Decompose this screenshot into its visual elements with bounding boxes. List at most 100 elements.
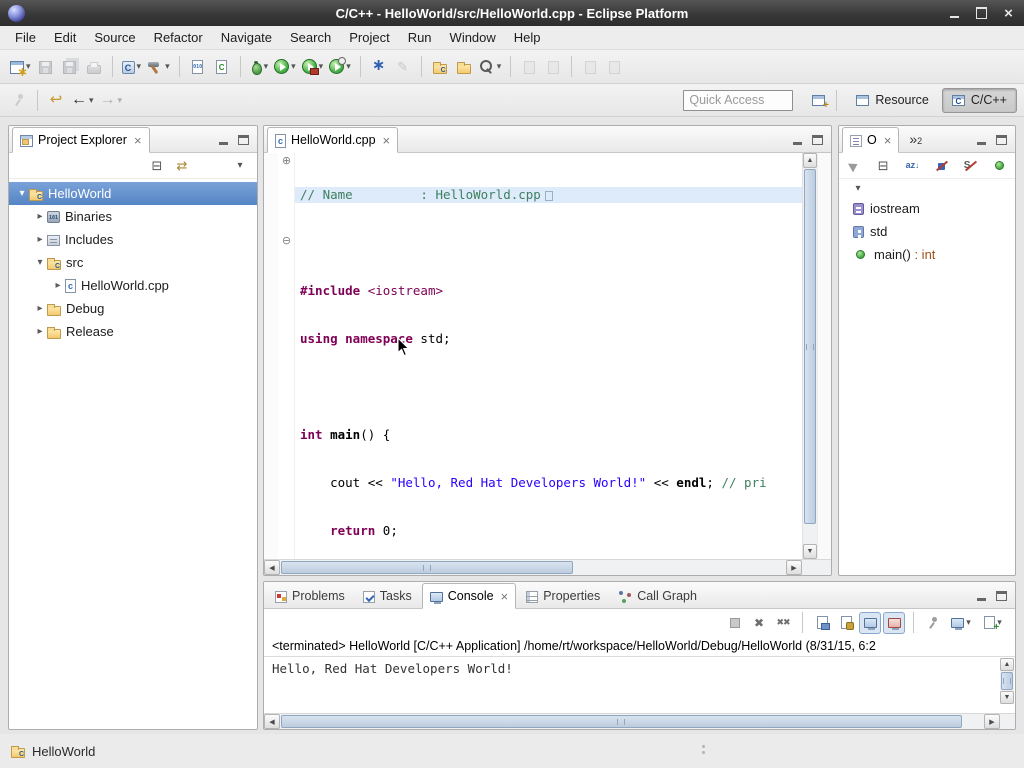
- scrollbar-thumb[interactable]: [804, 169, 816, 524]
- console-output-area[interactable]: Hello, Red Hat Developers World! ▲ ▼: [264, 657, 1015, 713]
- remove-launch-button[interactable]: ✖: [748, 612, 770, 634]
- menu-refactor[interactable]: Refactor: [145, 27, 212, 48]
- scroll-left-button[interactable]: ◀: [264, 560, 280, 575]
- scroll-up-button[interactable]: ▲: [803, 153, 817, 168]
- tab-console[interactable]: Console ×: [422, 583, 516, 609]
- print-button[interactable]: [83, 55, 105, 79]
- dropdown-arrow-icon[interactable]: ▾: [89, 96, 94, 105]
- run-button[interactable]: ▾: [272, 55, 298, 79]
- scrollbar-track[interactable]: [1001, 672, 1013, 690]
- close-icon[interactable]: ×: [884, 134, 892, 147]
- tree-item-helloworld[interactable]: ▾ HelloWorld: [9, 182, 257, 205]
- debug-button[interactable]: ▾: [248, 55, 271, 79]
- menu-window[interactable]: Window: [441, 27, 505, 48]
- forward-button[interactable]: →▾: [98, 88, 125, 112]
- hide-non-public-button[interactable]: [991, 157, 1009, 175]
- tree-item-debug[interactable]: ▸ Debug: [9, 297, 257, 320]
- pin-console-button[interactable]: [922, 612, 944, 634]
- tree-item-src[interactable]: ▾ src: [9, 251, 257, 274]
- hide-fields-button[interactable]: [933, 157, 951, 175]
- maximize-view-button[interactable]: [996, 591, 1007, 601]
- save-all-button[interactable]: [59, 55, 81, 79]
- scroll-right-button[interactable]: ▶: [984, 714, 1000, 729]
- scrollbar-thumb[interactable]: [1001, 672, 1013, 690]
- terminate-button[interactable]: [724, 612, 746, 634]
- console-horizontal-scrollbar[interactable]: ◀ ▶: [264, 713, 1015, 729]
- outline-item-main[interactable]: main() : int: [839, 243, 1015, 266]
- clear-console-button[interactable]: [811, 612, 833, 634]
- build-all-button[interactable]: ▾: [145, 55, 172, 79]
- collapse-arrow-icon[interactable]: ▸: [33, 211, 47, 222]
- dropdown-arrow-icon[interactable]: ▾: [165, 62, 170, 71]
- last-edit-location-button[interactable]: ↩: [45, 88, 67, 112]
- fold-expanded-icon[interactable]: ⊖: [280, 235, 293, 248]
- tab-tasks[interactable]: Tasks: [355, 584, 420, 608]
- previous-annotation-button[interactable]: [579, 55, 601, 79]
- scrollbar-thumb[interactable]: [281, 561, 573, 574]
- tree-item-release[interactable]: ▸ Release: [9, 320, 257, 343]
- close-icon[interactable]: ×: [383, 134, 391, 147]
- open-task-button[interactable]: [542, 55, 564, 79]
- view-menu-button[interactable]: ▾: [231, 157, 249, 175]
- show-stderr-button[interactable]: [883, 612, 905, 634]
- quick-access-input[interactable]: [683, 90, 793, 111]
- tab-project-explorer[interactable]: Project Explorer ×: [12, 127, 150, 153]
- outline-item-iostream[interactable]: iostream: [839, 197, 1015, 220]
- external-tools-button[interactable]: ▾: [300, 55, 326, 79]
- menu-file[interactable]: File: [6, 27, 45, 48]
- menu-project[interactable]: Project: [340, 27, 398, 48]
- remove-all-launches-button[interactable]: ✖✖: [772, 612, 794, 634]
- profile-button[interactable]: ▾: [327, 55, 353, 79]
- mark-occurrences-button[interactable]: ✎: [392, 55, 414, 79]
- scroll-left-button[interactable]: ◀: [264, 714, 280, 729]
- menu-edit[interactable]: Edit: [45, 27, 85, 48]
- menu-help[interactable]: Help: [505, 27, 550, 48]
- tab-problems[interactable]: Problems: [267, 584, 353, 608]
- new-cpp-project-button[interactable]: ▾: [120, 55, 144, 79]
- menu-navigate[interactable]: Navigate: [212, 27, 281, 48]
- maximize-view-button[interactable]: [812, 135, 823, 145]
- editor-vertical-scrollbar[interactable]: ▲ ▼: [802, 153, 817, 559]
- fold-collapsed-icon[interactable]: ⊕: [280, 155, 293, 168]
- view-menu-button[interactable]: ▾: [849, 179, 867, 197]
- scroll-right-button[interactable]: ▶: [786, 560, 802, 575]
- dropdown-arrow-icon[interactable]: ▾: [497, 62, 502, 71]
- open-resource-button[interactable]: [429, 55, 451, 79]
- new-wizard-button[interactable]: ▾: [8, 55, 33, 79]
- scroll-down-button[interactable]: ▼: [803, 544, 817, 559]
- minimize-view-button[interactable]: [976, 135, 987, 145]
- dropdown-arrow-icon[interactable]: ▾: [264, 62, 269, 71]
- view-stack-overflow[interactable]: » 2: [901, 131, 924, 152]
- dropdown-arrow-icon[interactable]: ▾: [966, 618, 971, 627]
- scrollbar-thumb[interactable]: [281, 715, 962, 728]
- expand-arrow-icon[interactable]: ▾: [15, 188, 29, 199]
- dropdown-arrow-icon[interactable]: ▾: [137, 62, 142, 71]
- tree-item-binaries[interactable]: ▸ Binaries: [9, 205, 257, 228]
- scrollbar-track[interactable]: [281, 561, 785, 574]
- window-maximize-button[interactable]: [974, 6, 989, 21]
- link-with-editor-button[interactable]: ⇄: [173, 157, 191, 175]
- window-minimize-button[interactable]: [947, 6, 962, 21]
- dropdown-arrow-icon[interactable]: ▾: [346, 62, 351, 71]
- minimize-view-button[interactable]: [218, 135, 229, 145]
- perspective-cpp-button[interactable]: C/C++: [942, 88, 1017, 113]
- collapse-all-button[interactable]: ⊟: [148, 157, 166, 175]
- menu-search[interactable]: Search: [281, 27, 340, 48]
- show-stdout-button[interactable]: [859, 612, 881, 634]
- open-console-button[interactable]: ▾: [978, 612, 1008, 634]
- scroll-up-button[interactable]: ▲: [1000, 658, 1014, 671]
- code-area[interactable]: // Name : HelloWorld.cpp #include <iostr…: [295, 153, 802, 559]
- tab-call-graph[interactable]: Call Graph: [610, 584, 705, 608]
- scroll-down-button[interactable]: ▼: [1000, 691, 1014, 704]
- sort-button[interactable]: az: [903, 157, 921, 175]
- pin-editor-button[interactable]: [8, 88, 30, 112]
- outline-item-std[interactable]: std: [839, 220, 1015, 243]
- minimize-view-button[interactable]: [976, 591, 987, 601]
- close-icon[interactable]: ×: [134, 134, 142, 147]
- new-class-button[interactable]: [211, 55, 233, 79]
- tab-outline[interactable]: O ×: [842, 127, 899, 153]
- collapse-arrow-icon[interactable]: ▸: [33, 234, 47, 245]
- save-button[interactable]: [35, 55, 57, 79]
- minimize-view-button[interactable]: [792, 135, 803, 145]
- collapse-arrow-icon[interactable]: ▸: [33, 326, 47, 337]
